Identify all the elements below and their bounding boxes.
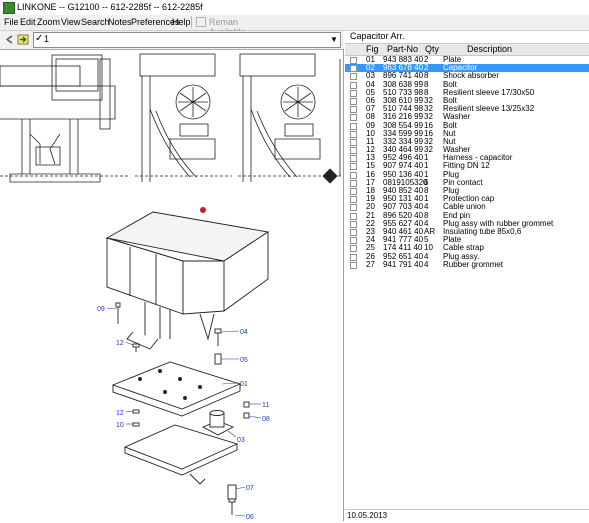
table-row[interactable]: 05 510 733 98 8 Resilient sleeve 17/30x50 — [345, 88, 589, 97]
row-checkbox[interactable] — [350, 130, 357, 138]
menu-view[interactable]: View — [61, 17, 80, 27]
diagram-pane[interactable]: 09 04 12 05 01 12 10 11 08 03 07 06 — [0, 48, 344, 521]
panel-header: Capacitor Arr. — [345, 31, 589, 42]
callout-label[interactable]: 12 — [116, 340, 124, 347]
page-selector[interactable]: ✓ 1 ▼ — [33, 32, 341, 48]
column-header-qty[interactable]: Qty — [425, 44, 439, 54]
table-row[interactable]: 15 907 974 40 1 Fitting DN 12 — [345, 162, 589, 171]
back-button[interactable] — [3, 34, 15, 45]
table-row[interactable]: 08 316 216 99 32 Washer — [345, 113, 589, 122]
window-title: LINKONE -- G12100 -- 612-2285f -- 612-22… — [17, 2, 203, 12]
table-row[interactable]: 03 896 741 40 8 Shock absorber — [345, 72, 589, 81]
back-arrow-icon — [5, 35, 13, 44]
callout-label[interactable]: 03 — [237, 437, 245, 444]
footer-date: 10.05.2013 — [347, 511, 388, 520]
row-part-no: 941 791 40 — [383, 259, 424, 269]
table-row[interactable]: 17 0819105320 6 Pin contact — [345, 178, 589, 187]
callout-label[interactable]: 09 — [97, 306, 105, 313]
row-checkbox[interactable] — [350, 65, 357, 73]
menu-zoom[interactable]: Zoom — [37, 17, 60, 27]
menu-file[interactable]: File — [4, 17, 19, 27]
row-checkbox[interactable] — [350, 89, 357, 97]
column-header-description[interactable]: Description — [467, 44, 512, 54]
check-icon: ✓ — [35, 33, 44, 44]
row-checkbox[interactable] — [350, 188, 357, 195]
row-checkbox[interactable] — [350, 204, 357, 212]
row-checkbox[interactable] — [350, 163, 357, 171]
menu-search[interactable]: Search — [81, 17, 110, 27]
parts-table-body: 01 943 883 40 2 Plate 02 963 678 40 2 Capacitor… — [345, 56, 589, 269]
callout-label[interactable]: 11 — [262, 402, 269, 409]
row-checkbox[interactable] — [350, 228, 357, 236]
row-checkbox[interactable] — [350, 81, 357, 89]
menu-separator — [191, 16, 192, 28]
parts-diagram: 09 04 12 05 01 12 10 11 08 03 07 06 — [0, 48, 343, 521]
table-row[interactable]: 23 940 461 40 AR Insulating tube 85x0,6 — [345, 227, 589, 236]
table-row[interactable]: 10 334 599 99 16 Nut — [345, 129, 589, 138]
row-checkbox[interactable] — [350, 196, 357, 204]
row-checkbox[interactable] — [350, 245, 357, 253]
row-checkbox[interactable] — [350, 57, 357, 64]
reman-available-button[interactable]: Reman Available — [196, 16, 268, 37]
row-checkbox[interactable] — [350, 97, 357, 105]
row-checkbox[interactable] — [350, 261, 357, 269]
reman-icon — [196, 17, 206, 27]
callout-label[interactable]: 01 — [240, 381, 248, 388]
row-checkbox[interactable] — [350, 155, 357, 163]
table-row[interactable]: 27 941 791 40 4 Rubber grommet — [345, 259, 589, 269]
row-checkbox[interactable] — [350, 212, 357, 220]
navigate-icon — [17, 34, 29, 45]
row-checkbox[interactable] — [350, 73, 357, 81]
menu-edit[interactable]: Edit — [20, 17, 36, 27]
menu-bar: File Edit Zoom View Search Notes Prefere… — [0, 15, 589, 37]
status-footer: 10.05.2013 — [345, 509, 589, 521]
row-checkbox[interactable] — [350, 114, 357, 122]
column-header-part-no[interactable]: Part-No — [387, 44, 418, 54]
callout-label[interactable]: 05 — [240, 357, 248, 364]
row-checkbox[interactable] — [350, 171, 357, 179]
row-checkbox[interactable] — [350, 220, 357, 228]
row-checkbox[interactable] — [350, 138, 357, 146]
table-header: Fig Part-No Qty Description — [345, 43, 589, 56]
row-checkbox[interactable] — [350, 253, 357, 261]
callout-label[interactable]: 08 — [262, 416, 270, 423]
callout-label[interactable]: 04 — [240, 329, 248, 336]
row-checkbox[interactable] — [350, 147, 357, 155]
callout-label[interactable]: 07 — [246, 485, 254, 492]
row-checkbox[interactable] — [350, 122, 357, 130]
navigate-button[interactable] — [17, 34, 29, 45]
row-checkbox[interactable] — [350, 106, 357, 114]
menu-notes[interactable]: Notes — [108, 17, 132, 27]
app-icon — [3, 2, 15, 14]
chevron-down-icon[interactable]: ▼ — [329, 34, 339, 46]
overview-drawing — [0, 48, 343, 184]
row-qty: 4 — [424, 259, 429, 269]
row-checkbox[interactable] — [350, 237, 357, 245]
hotspot-marker[interactable] — [200, 207, 206, 213]
title-bar: LINKONE -- G12100 -- 612-2285f -- 612-22… — [0, 0, 589, 16]
row-checkbox[interactable] — [350, 179, 357, 187]
callout-label[interactable]: 12 — [116, 410, 124, 417]
callout-label[interactable]: 06 — [246, 514, 254, 521]
menu-help[interactable]: Help — [172, 17, 191, 27]
table-row[interactable]: 09 308 554 99 16 Bolt — [345, 121, 589, 130]
parts-list-pane: Capacitor Arr. Fig Part-No Qty Descripti… — [345, 31, 589, 521]
page-selector-value: 1 — [44, 34, 50, 44]
row-fig: 27 — [366, 259, 375, 269]
column-header-fig[interactable]: Fig — [366, 44, 379, 54]
row-description: Rubber grommet — [443, 259, 504, 269]
callout-label[interactable]: 10 — [116, 422, 124, 429]
panel-title: Capacitor Arr. — [350, 31, 405, 41]
